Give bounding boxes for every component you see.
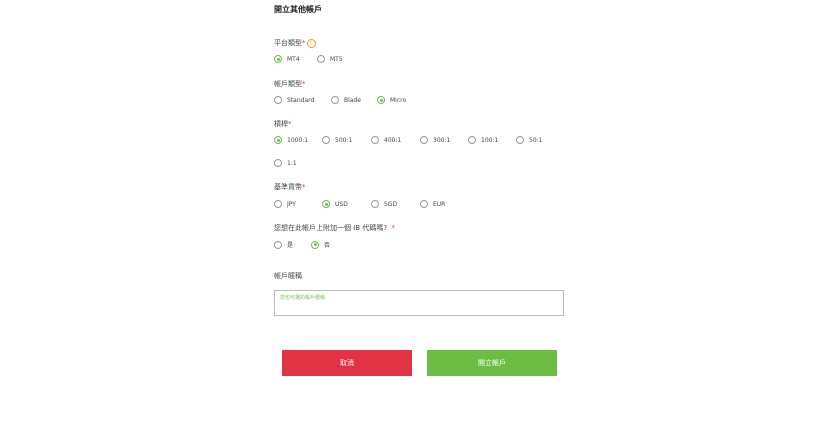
radio-currency-sgd[interactable]: SGD bbox=[371, 200, 397, 208]
radio-label: MT4 bbox=[287, 55, 300, 63]
radio-label: Blade bbox=[344, 96, 361, 104]
nickname-placeholder: 您也可選的帳戶暱稱 bbox=[280, 295, 326, 301]
radio-unselected-icon[interactable] bbox=[331, 96, 339, 104]
radio-unselected-icon[interactable] bbox=[468, 136, 476, 144]
radio-account-blade[interactable]: Blade bbox=[331, 96, 361, 104]
radio-leverage-400[interactable]: 400:1 bbox=[371, 136, 401, 144]
required-mark: * bbox=[302, 80, 306, 88]
radio-label: 否 bbox=[324, 242, 331, 249]
radio-label: 1000:1 bbox=[287, 136, 309, 144]
radio-label: Standard bbox=[287, 96, 315, 104]
platform-type-label: 平台類型*! bbox=[274, 38, 316, 48]
base-currency-label-text: 基準貨幣 bbox=[274, 183, 302, 191]
required-mark: * bbox=[288, 120, 292, 128]
account-type-label-text: 帳戶類型 bbox=[274, 80, 302, 88]
radio-platform-mt4[interactable]: MT4 bbox=[274, 55, 300, 63]
radio-account-standard[interactable]: Standard bbox=[274, 96, 314, 104]
account-type-label: 帳戶類型* bbox=[274, 79, 306, 89]
ib-code-label: 您想在此帳戶上附加一個 IB 代碼嗎? * bbox=[274, 223, 395, 233]
radio-selected-icon[interactable] bbox=[322, 200, 330, 208]
radio-leverage-1[interactable]: 1:1 bbox=[274, 159, 297, 167]
radio-selected-icon[interactable] bbox=[377, 96, 385, 104]
radio-unselected-icon[interactable] bbox=[274, 96, 282, 104]
radio-leverage-500[interactable]: 500:1 bbox=[322, 136, 352, 144]
radio-ib-no[interactable]: 否 bbox=[311, 240, 330, 249]
required-mark: * bbox=[302, 39, 306, 47]
radio-label: 是 bbox=[287, 242, 294, 249]
radio-selected-icon[interactable] bbox=[274, 136, 282, 144]
radio-account-micro[interactable]: Micro bbox=[377, 96, 406, 104]
radio-unselected-icon[interactable] bbox=[371, 136, 379, 144]
radio-unselected-icon[interactable] bbox=[274, 240, 282, 249]
cancel-button[interactable]: 取消 bbox=[282, 350, 412, 376]
radio-label: EUR bbox=[433, 200, 446, 208]
radio-leverage-100[interactable]: 100:1 bbox=[468, 136, 498, 144]
platform-type-label-text: 平台類型 bbox=[274, 39, 302, 47]
radio-unselected-icon[interactable] bbox=[371, 200, 379, 208]
radio-unselected-icon[interactable] bbox=[322, 136, 330, 144]
radio-currency-usd[interactable]: USD bbox=[322, 200, 348, 208]
radio-label: SGD bbox=[384, 200, 398, 208]
radio-unselected-icon[interactable] bbox=[274, 159, 282, 167]
leverage-label: 槓桿* bbox=[274, 119, 292, 129]
radio-label: 300:1 bbox=[433, 136, 451, 144]
radio-ib-yes[interactable]: 是 bbox=[274, 240, 293, 249]
radio-leverage-1000[interactable]: 1000:1 bbox=[274, 136, 308, 144]
radio-label: 500:1 bbox=[335, 136, 353, 144]
required-mark: * bbox=[302, 183, 306, 191]
radio-unselected-icon[interactable] bbox=[420, 200, 428, 208]
radio-selected-icon[interactable] bbox=[274, 55, 282, 63]
leverage-label-text: 槓桿 bbox=[274, 120, 288, 128]
radio-label: 1:1 bbox=[287, 159, 297, 167]
radio-label: 100:1 bbox=[481, 136, 499, 144]
radio-label: Micro bbox=[390, 96, 407, 104]
required-mark: * bbox=[391, 224, 396, 232]
nickname-label: 帳戶暱稱 bbox=[274, 272, 302, 280]
radio-label: MT5 bbox=[330, 55, 343, 63]
radio-leverage-300[interactable]: 300:1 bbox=[420, 136, 450, 144]
radio-label: USD bbox=[335, 200, 348, 208]
radio-currency-jpy[interactable]: JPY bbox=[274, 200, 296, 208]
open-account-button[interactable]: 開立帳戶 bbox=[427, 350, 557, 376]
info-icon[interactable]: ! bbox=[306, 38, 316, 48]
base-currency-label: 基準貨幣* bbox=[274, 182, 306, 192]
form-title: 開立其他帳戶 bbox=[274, 5, 322, 14]
radio-label: JPY bbox=[287, 200, 296, 208]
radio-unselected-icon[interactable] bbox=[420, 136, 428, 144]
radio-leverage-50[interactable]: 50:1 bbox=[516, 136, 542, 144]
ib-code-label-text: 您想在此帳戶上附加一個 IB 代碼嗎? bbox=[274, 224, 388, 232]
radio-selected-icon[interactable] bbox=[311, 240, 319, 249]
radio-currency-eur[interactable]: EUR bbox=[420, 200, 445, 208]
nickname-input[interactable]: 您也可選的帳戶暱稱 bbox=[274, 290, 564, 316]
radio-label: 50:1 bbox=[529, 136, 543, 144]
radio-platform-mt5[interactable]: MT5 bbox=[317, 55, 343, 63]
radio-unselected-icon[interactable] bbox=[317, 55, 325, 63]
radio-label: 400:1 bbox=[384, 136, 402, 144]
radio-unselected-icon[interactable] bbox=[274, 200, 282, 208]
radio-unselected-icon[interactable] bbox=[516, 136, 524, 144]
